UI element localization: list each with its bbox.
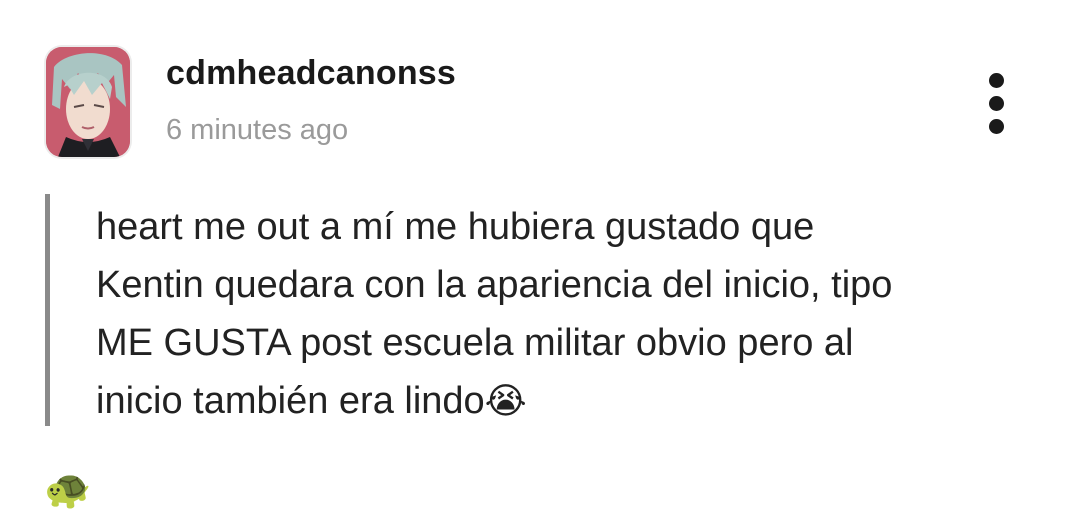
avatar[interactable] <box>46 47 130 157</box>
post-text-line: inicio también era lindo <box>96 380 485 422</box>
post-text-line: heart me out a mí me hubiera gustado que <box>96 206 815 248</box>
post-timestamp: 6 minutes ago <box>166 114 349 146</box>
post-text-line: Kentin quedara con la apariencia del ini… <box>96 264 893 306</box>
post-text-line-last: inicio también era lindo😭 <box>96 372 1056 430</box>
turtle-emoji-icon: 🐢 <box>44 469 92 511</box>
quote-bar <box>45 194 50 426</box>
crying-face-emoji-icon: 😭 <box>484 380 527 421</box>
post-text-line: ME GUSTA post escuela militar obvio pero… <box>96 322 854 364</box>
post-body: heart me out a mí me hubiera gustado que… <box>96 198 1056 430</box>
anime-character-avatar-icon <box>46 47 130 157</box>
more-options-button[interactable] <box>980 70 1014 138</box>
username[interactable]: cdmheadcanonss <box>166 54 456 93</box>
